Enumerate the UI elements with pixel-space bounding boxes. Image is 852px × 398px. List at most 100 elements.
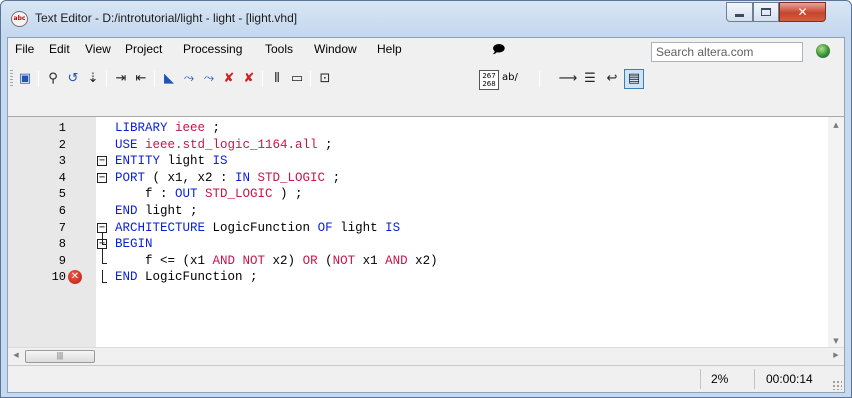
code-line[interactable]: 5 f : OUT STD_LOGIC ) ; <box>8 186 828 202</box>
bookmark-icon[interactable]: ◣ <box>159 69 179 89</box>
line-number: 3 <box>58 154 66 169</box>
save-file-icon[interactable]: ▣ <box>15 69 35 89</box>
code-token: f <= (x1 <box>115 253 213 268</box>
menu-file[interactable]: File <box>15 42 34 56</box>
code-token: STD_LOGIC <box>257 170 326 185</box>
scroll-down-icon[interactable]: ▼ <box>828 337 844 345</box>
maximize-icon <box>761 8 771 16</box>
code-line[interactable]: 4 − PORT ( x1, x2 : IN STD_LOGIC ; <box>8 170 828 186</box>
status-percent: 2% <box>711 372 729 386</box>
code-token: BEGIN <box>115 237 153 252</box>
code-line[interactable]: 9 f <= (x1 AND NOT x2) OR (NOT x1 AND x2… <box>8 253 828 269</box>
show-whitespace-icon[interactable]: ⟶ <box>558 69 578 89</box>
code-token: IS <box>385 220 401 235</box>
fold-guide <box>102 270 103 282</box>
code-line[interactable]: 10 ✕ END LogicFunction ; <box>8 269 828 285</box>
word-wrap-label[interactable]: ab/ <box>502 72 518 83</box>
unindent-icon[interactable]: ⇤ <box>131 69 151 89</box>
code-token: OUT <box>175 187 206 202</box>
line-column-label: 267 268 <box>482 72 496 88</box>
fold-guide <box>102 282 107 283</box>
word-wrap-icon[interactable]: ↩ <box>602 69 622 89</box>
globe-icon[interactable] <box>816 44 830 58</box>
code-token: f : <box>115 187 176 202</box>
code-text: ARCHITECTURE LogicFunction OF light IS <box>115 220 400 236</box>
menu-tools[interactable]: Tools <box>265 42 293 56</box>
find-replace-icon[interactable]: ↺ <box>63 69 83 89</box>
minimize-button[interactable] <box>726 2 753 22</box>
code-token: ; <box>317 137 333 152</box>
code-line[interactable]: 1 LIBRARY ieee ; <box>8 120 828 136</box>
line-number: 6 <box>58 204 66 218</box>
toolbar-separator <box>154 71 155 87</box>
insert-template-icon[interactable]: ⊡ <box>315 69 335 89</box>
toolbar-separator <box>539 71 540 87</box>
menu-project[interactable]: Project <box>125 42 162 56</box>
code-text: END light ; <box>115 203 198 219</box>
code-line[interactable]: 2 USE ieee.std_logic_1164.all ; <box>8 137 828 153</box>
code-token: PORT <box>115 170 146 185</box>
editor-options-icon[interactable]: ▤ <box>624 69 644 89</box>
resize-grip[interactable] <box>832 380 842 390</box>
code-line[interactable]: 7− ARCHITECTURE LogicFunction OF light IS <box>8 220 828 236</box>
code-line[interactable]: 3 − ENTITY light IS <box>8 153 828 169</box>
line-number: 4 <box>58 170 66 185</box>
code-token: x2) <box>415 253 438 268</box>
code-token: IS <box>212 154 228 169</box>
code-text: LIBRARY ieee ; <box>115 120 220 136</box>
code-token: AND <box>385 253 416 268</box>
code-token: ENTITY <box>115 154 168 169</box>
template-icon[interactable]: ▭ <box>287 69 307 89</box>
menu-edit[interactable]: Edit <box>49 42 70 56</box>
code-token: END <box>115 270 146 285</box>
code-text: PORT ( x1, x2 : IN STD_LOGIC ; <box>115 170 340 186</box>
maximize-button[interactable] <box>753 2 779 22</box>
close-button[interactable]: ✕ <box>779 2 826 22</box>
code-line[interactable]: 8−BEGIN <box>8 236 828 252</box>
menu-help[interactable]: Help <box>377 42 402 56</box>
line-number: 8 <box>58 237 66 252</box>
delete-bookmark-icon[interactable]: ✘ <box>239 69 259 89</box>
code-editor[interactable]: 1 LIBRARY ieee ; 2 USE ieee.std_logic_1164.… <box>8 116 844 348</box>
fold-toggle-icon[interactable]: − <box>97 172 107 183</box>
line-column-icon[interactable]: 267 268 <box>479 70 499 90</box>
vertical-scrollbar[interactable]: ▲ ▼ <box>828 117 844 348</box>
code-line[interactable]: 6 END light ; <box>8 203 828 219</box>
code-token: AND NOT <box>212 253 273 268</box>
scroll-up-icon[interactable]: ▲ <box>828 121 844 129</box>
horizontal-scrollbar[interactable]: ◀ ||| ▶ <box>8 347 844 364</box>
code-token: light <box>340 220 386 235</box>
find-icon[interactable]: ⚲ <box>43 69 63 89</box>
code-text: BEGIN <box>115 236 153 252</box>
title-bar[interactable]: abc Text Editor - D:/introtutorial/light… <box>1 1 851 37</box>
toolbar: ▣ ⚲ ↺ ⇣ ⇥ ⇤ ◣ ⤳ ⤳ ✘ ✘ ⫴ ▭ ⊡ 267 268 ab/ … <box>8 68 844 92</box>
code-token: IN <box>235 170 258 185</box>
clear-bookmarks-icon[interactable]: ✘ <box>219 69 239 89</box>
search-input[interactable]: Search altera.com <box>651 42 803 62</box>
line-number: 7 <box>58 220 66 235</box>
toolbar-separator <box>262 71 263 87</box>
help-chat-icon[interactable]: 🗩 <box>492 40 505 61</box>
indent-icon[interactable]: ⇥ <box>111 69 131 89</box>
code-token: x2) <box>272 253 303 268</box>
prev-bookmark-icon[interactable]: ⤳ <box>199 69 219 89</box>
code-token: ; <box>205 121 221 135</box>
menu-view[interactable]: View <box>85 42 111 56</box>
scroll-right-icon[interactable]: ▶ <box>828 351 844 359</box>
menu-processing[interactable]: Processing <box>183 42 242 56</box>
goto-line-icon[interactable]: ⇣ <box>83 69 103 89</box>
minimize-icon <box>735 14 744 17</box>
fold-toggle-icon[interactable]: − <box>97 156 107 167</box>
code-token: ( x1, x2 : <box>145 170 236 185</box>
scroll-left-icon[interactable]: ◀ <box>8 351 24 359</box>
next-bookmark-icon[interactable]: ⤳ <box>179 69 199 89</box>
error-icon[interactable]: ✕ <box>68 270 82 285</box>
code-token: LogicFunction <box>212 220 318 235</box>
attach-icon[interactable]: ⫴ <box>267 69 287 89</box>
toolbar-grip[interactable] <box>10 70 13 88</box>
fold-guide <box>102 249 103 263</box>
menu-window[interactable]: Window <box>314 42 357 56</box>
horizontal-scroll-thumb[interactable]: ||| <box>25 350 95 363</box>
code-text: USE ieee.std_logic_1164.all ; <box>115 137 333 153</box>
line-numbers-icon[interactable]: ☰ <box>580 69 600 89</box>
